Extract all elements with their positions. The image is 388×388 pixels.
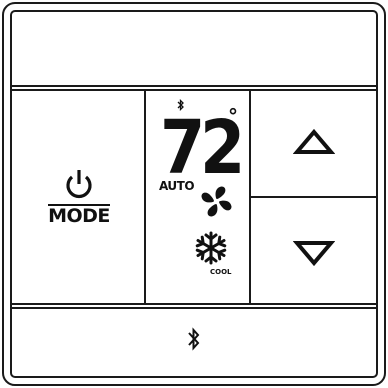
top-panel [12, 12, 376, 85]
temperature-up-button[interactable] [251, 92, 376, 196]
power-icon [62, 168, 96, 202]
divider-bottom-2 [12, 307, 376, 309]
degree-symbol: ° [228, 104, 238, 128]
divider-top [12, 85, 376, 87]
current-temperature: 72 [160, 105, 245, 191]
fan-icon [200, 185, 233, 218]
system-mode-label: COOL [210, 268, 232, 276]
divider-bottom [12, 303, 376, 305]
snowflake-icon [193, 230, 229, 266]
divider-top-2 [12, 89, 376, 91]
bluetooth-button[interactable] [14, 310, 374, 372]
temperature-down-button[interactable] [251, 198, 376, 301]
mode-label: MODE [48, 203, 110, 227]
fan-mode-label: AUTO [159, 179, 195, 193]
mode-button[interactable]: MODE [14, 92, 144, 301]
